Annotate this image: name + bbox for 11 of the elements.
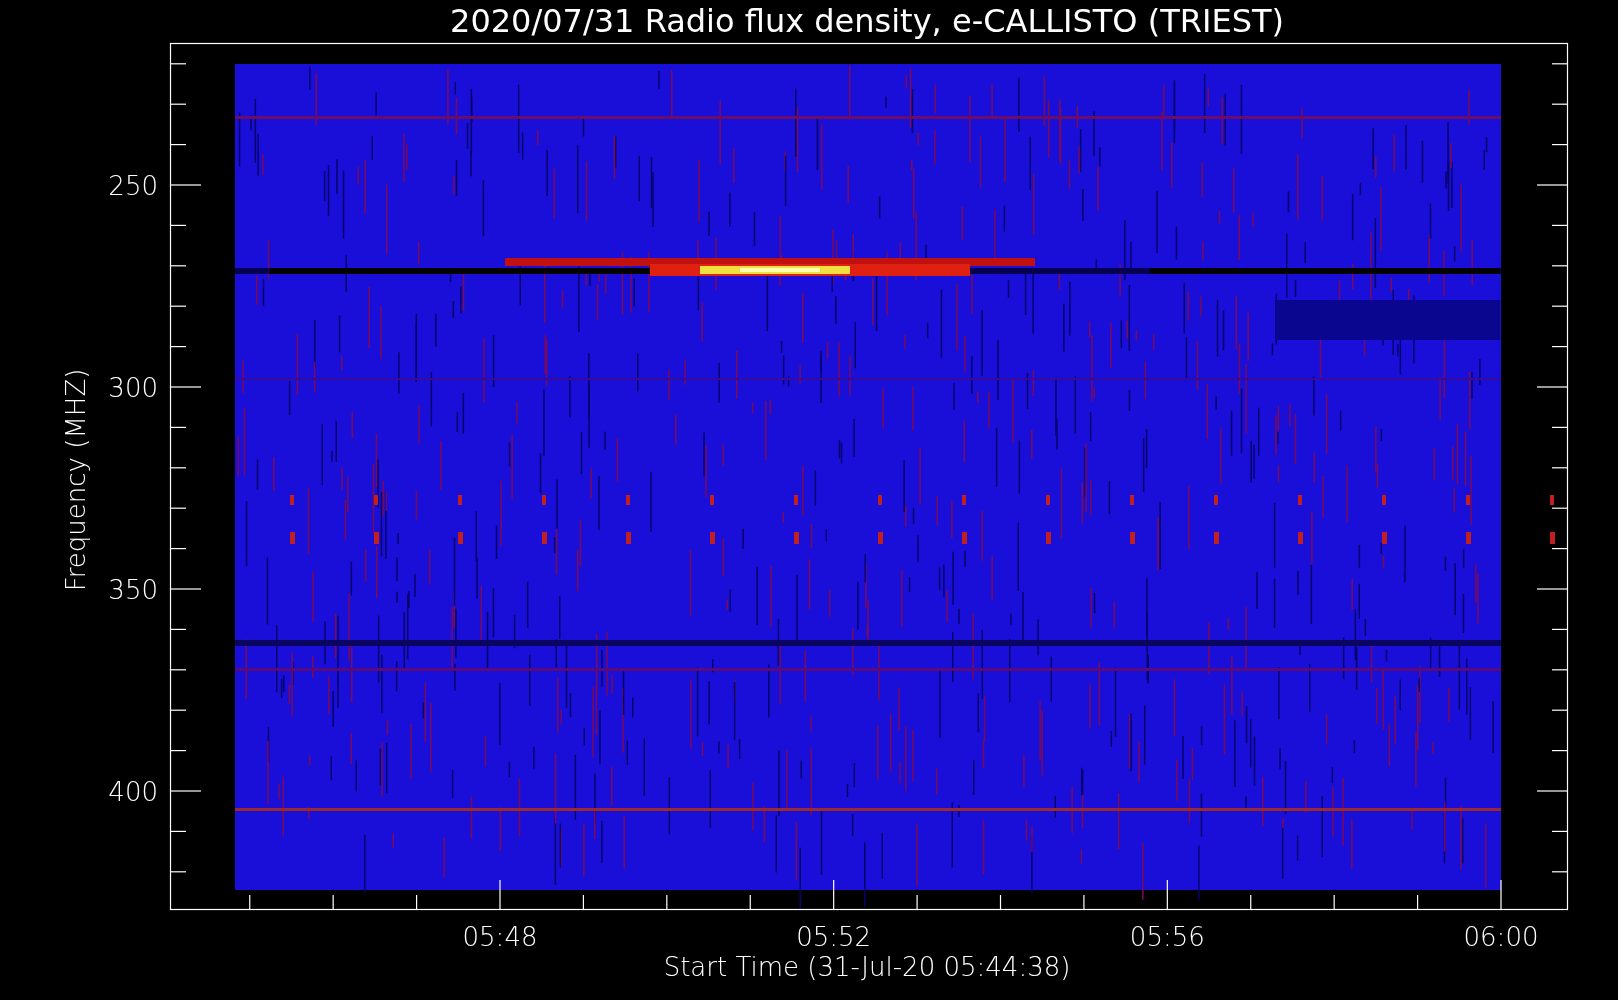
y-axis-label: Frequency (MHZ) — [61, 368, 91, 592]
x-tick-label: 05:52 — [796, 922, 872, 952]
plot-title: 2020/07/31 Radio flux density, e-CALLISTO (TRIEST) — [450, 2, 1284, 40]
x-tick-label: 05:48 — [462, 922, 538, 952]
x-axis-label: Start Time (31-Jul-20 05:44:38) — [663, 952, 1071, 982]
y-tick-label: 400 — [108, 777, 158, 807]
x-tick-label: 06:00 — [1463, 922, 1539, 952]
y-tick-label: 300 — [108, 373, 158, 403]
x-tick-label: 05:56 — [1129, 922, 1205, 952]
y-tick-label: 350 — [108, 575, 158, 605]
y-tick-label: 250 — [108, 171, 158, 201]
